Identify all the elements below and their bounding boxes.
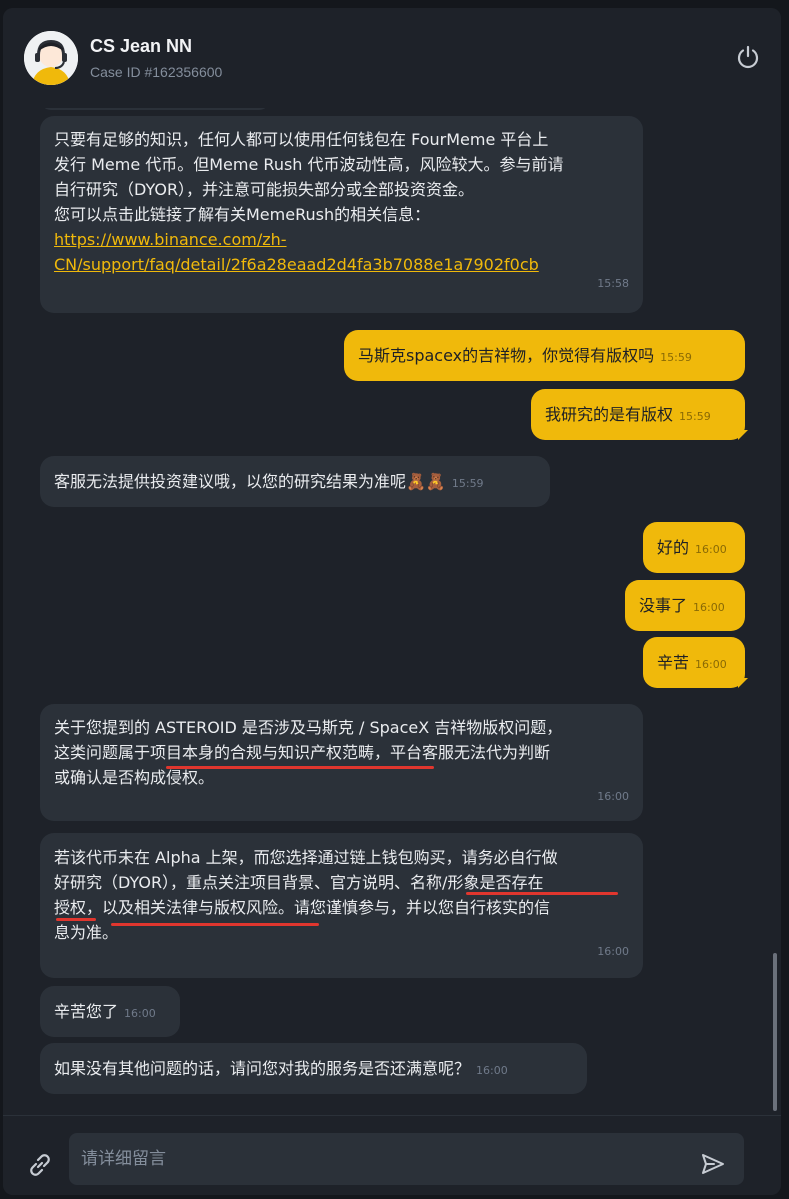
send-icon[interactable]: [700, 1152, 726, 1176]
message-text: 如果没有其他问题的话，请问您对我的服务是否还满意呢？: [54, 1059, 471, 1078]
message-bubble-agent: 只要有足够的知识，任何人都可以使用任何钱包在 FourMeme 平台上 发行 M…: [40, 116, 643, 313]
message-bubble-agent: 辛苦您了 16:00: [40, 986, 180, 1037]
message-text: 只要有足够的知识，任何人都可以使用任何钱包在 FourMeme 平台上: [54, 130, 549, 149]
faq-link[interactable]: https://www.binance.com/zh-: [54, 227, 629, 252]
message-time: 16:00: [597, 945, 629, 958]
message-time: 16:00: [476, 1064, 508, 1077]
message-bubble-agent: 如果没有其他问题的话，请问您对我的服务是否还满意呢？ 16:00: [40, 1043, 587, 1094]
message-time: 16:00: [695, 543, 727, 556]
message-time: 15:59: [660, 351, 692, 364]
message-time: 15:58: [597, 277, 629, 290]
message-time: 15:59: [451, 477, 484, 490]
scrollbar[interactable]: [773, 953, 777, 1111]
red-underline-annotation: [111, 923, 319, 926]
message-text: 您可以点击此链接了解有关MemeRush的相关信息：: [54, 205, 431, 224]
message-text: 发行 Meme 代币。但Meme Rush 代币波动性高，风险较大。参与前请: [54, 155, 564, 174]
message-text: 若该代币未在 Alpha 上架，而您选择通过链上钱包购买，请务必自行做: [54, 848, 558, 867]
message-bubble-partial: [40, 108, 270, 110]
message-text: 自行研究（DYOR），并注意可能损失部分或全部投资资金。: [54, 180, 475, 199]
message-bubble-user: 辛苦 16:00: [643, 637, 745, 688]
message-time: 16:00: [695, 658, 727, 671]
link-attach-icon[interactable]: [25, 1150, 55, 1180]
chat-header: CS Jean NN Case ID #162356600: [3, 8, 781, 108]
message-text: 好的: [657, 538, 690, 557]
message-bubble-user: 我研究的是有版权 15:59: [531, 389, 745, 440]
power-icon[interactable]: [735, 44, 761, 70]
faq-link[interactable]: CN/support/faq/detail/2f6a28eaad2d4fa3b7…: [54, 252, 629, 277]
case-id: Case ID #162356600: [90, 64, 223, 80]
message-text: 我研究的是有版权: [545, 405, 674, 424]
agent-name: CS Jean NN: [90, 36, 193, 56]
red-underline-annotation: [166, 766, 434, 769]
message-time: 16:00: [597, 790, 629, 803]
message-text: 授权，以及相关法律与版权风险。请您谨慎参与，并以您自行核实的信: [54, 898, 551, 917]
composer: [3, 1115, 781, 1195]
message-text: 这类问题属于项目本身的合规与知识产权范畴，平台客服无法代为判断: [54, 743, 551, 762]
message-bubble-user: 好的 16:00: [643, 522, 745, 573]
message-bubble-agent: 关于您提到的 ASTEROID 是否涉及马斯克 / SpaceX 吉祥物版权问题…: [40, 704, 643, 821]
message-text: 辛苦: [657, 653, 690, 672]
message-time: 16:00: [124, 1007, 156, 1020]
red-underline-annotation: [56, 918, 96, 921]
avatar: [24, 31, 78, 85]
message-bubble-agent: 若该代币未在 Alpha 上架，而您选择通过链上钱包购买，请务必自行做 好研究（…: [40, 833, 643, 978]
message-text: 关于您提到的 ASTEROID 是否涉及马斯克 / SpaceX 吉祥物版权问题…: [54, 718, 563, 737]
message-bubble-user: 马斯克spacex的吉祥物，你觉得有版权吗 15:59: [344, 330, 745, 381]
bubble-tail: [738, 430, 748, 440]
message-text: 辛苦您了: [54, 1002, 119, 1021]
message-list[interactable]: 只要有足够的知识，任何人都可以使用任何钱包在 FourMeme 平台上 发行 M…: [3, 108, 781, 1115]
red-underline-annotation: [466, 892, 618, 895]
message-time: 15:59: [679, 410, 711, 423]
message-text: 客服无法提供投资建议哦，以您的研究结果为准呢🧸🧸: [54, 472, 446, 491]
message-time: 16:00: [693, 601, 725, 614]
chat-window: CS Jean NN Case ID #162356600 只要有足够的知识，任…: [3, 8, 781, 1195]
agent-avatar-icon: [24, 31, 78, 85]
message-text: 马斯克spacex的吉祥物，你觉得有版权吗: [358, 346, 655, 365]
bubble-tail: [738, 678, 748, 688]
message-bubble-user: 没事了 16:00: [625, 580, 745, 631]
message-text: 没事了: [639, 596, 688, 615]
message-bubble-agent: 客服无法提供投资建议哦，以您的研究结果为准呢🧸🧸 15:59: [40, 456, 550, 507]
message-input[interactable]: [69, 1133, 744, 1185]
